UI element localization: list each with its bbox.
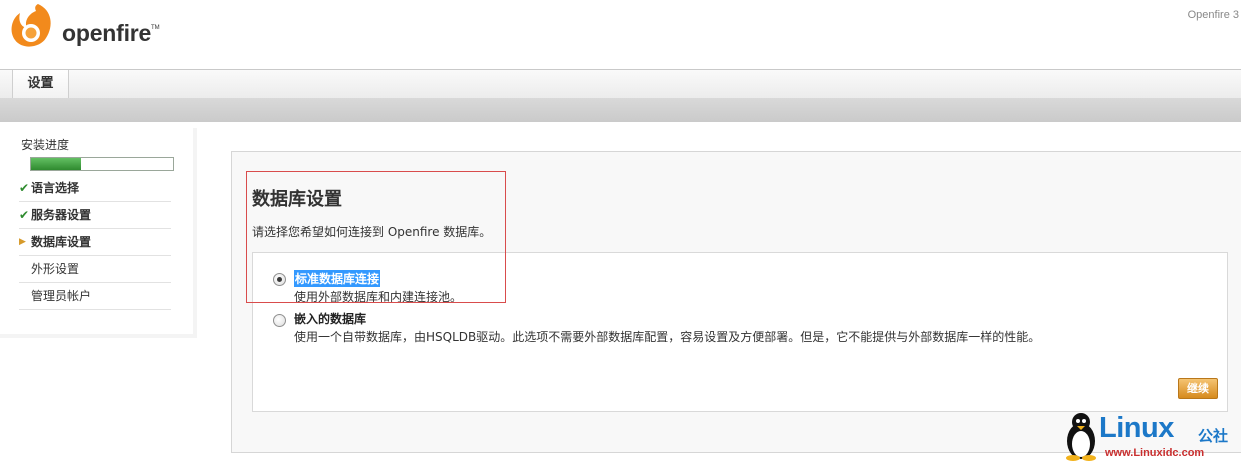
penguin-icon: [1066, 413, 1096, 461]
step-database[interactable]: ▶ 数据库设置: [19, 230, 171, 256]
check-icon: ✔: [19, 208, 30, 222]
step-label: 服务器设置: [31, 208, 92, 222]
step-label: 外形设置: [31, 262, 80, 276]
sub-nav-bar: [0, 98, 1241, 122]
setup-sidebar: 安装进度 ✔ 语言选择 ✔ 服务器设置 ▶ 数据库设置 外形设置 管理员帐户: [0, 128, 197, 338]
step-language[interactable]: ✔ 语言选择: [19, 176, 171, 202]
version-label: Openfire 3: [1187, 9, 1239, 21]
tab-bar: 设置: [0, 69, 1241, 99]
annotation-highlight-box: [246, 171, 506, 303]
progress-fill: [31, 158, 81, 170]
header: openfire TM Openfire 3: [0, 0, 1241, 70]
step-label: 管理员帐户: [31, 289, 92, 303]
openfire-logo-icon: [11, 4, 51, 47]
linuxidc-watermark: Linux 公社 www.Linuxidc.com: [1063, 411, 1241, 463]
continue-button[interactable]: 继续: [1178, 378, 1218, 399]
tab-settings[interactable]: 设置: [12, 70, 69, 98]
brand-name: openfire: [62, 20, 152, 46]
brand-trademark: TM: [151, 25, 160, 31]
embedded-db-radio[interactable]: [273, 314, 286, 327]
watermark-text: Linux: [1099, 412, 1174, 444]
step-label: 数据库设置: [31, 235, 92, 249]
embedded-db-desc: 使用一个自带数据库，由HSQLDB驱动。此选项不需要外部数据库配置，容易设置及方…: [294, 330, 1041, 344]
watermark-url: www.Linuxidc.com: [1105, 447, 1205, 459]
check-icon: ✔: [19, 181, 30, 195]
embedded-db-title[interactable]: 嵌入的数据库: [294, 310, 366, 327]
step-appearance[interactable]: 外形设置: [19, 257, 171, 283]
progress-bar: [30, 157, 174, 171]
step-admin-account[interactable]: 管理员帐户: [19, 284, 171, 310]
database-settings-panel: 数据库设置 请选择您希望如何连接到 Openfire 数据库。 标准数据库连接 …: [231, 151, 1241, 453]
arrow-right-icon: ▶: [19, 237, 26, 247]
step-label: 语言选择: [31, 181, 80, 195]
sidebar-panel: 安装进度 ✔ 语言选择 ✔ 服务器设置 ▶ 数据库设置 外形设置 管理员帐户: [0, 128, 193, 334]
watermark-cn: 公社: [1198, 427, 1229, 445]
step-server[interactable]: ✔ 服务器设置: [19, 203, 171, 229]
progress-label: 安装进度: [21, 138, 70, 152]
